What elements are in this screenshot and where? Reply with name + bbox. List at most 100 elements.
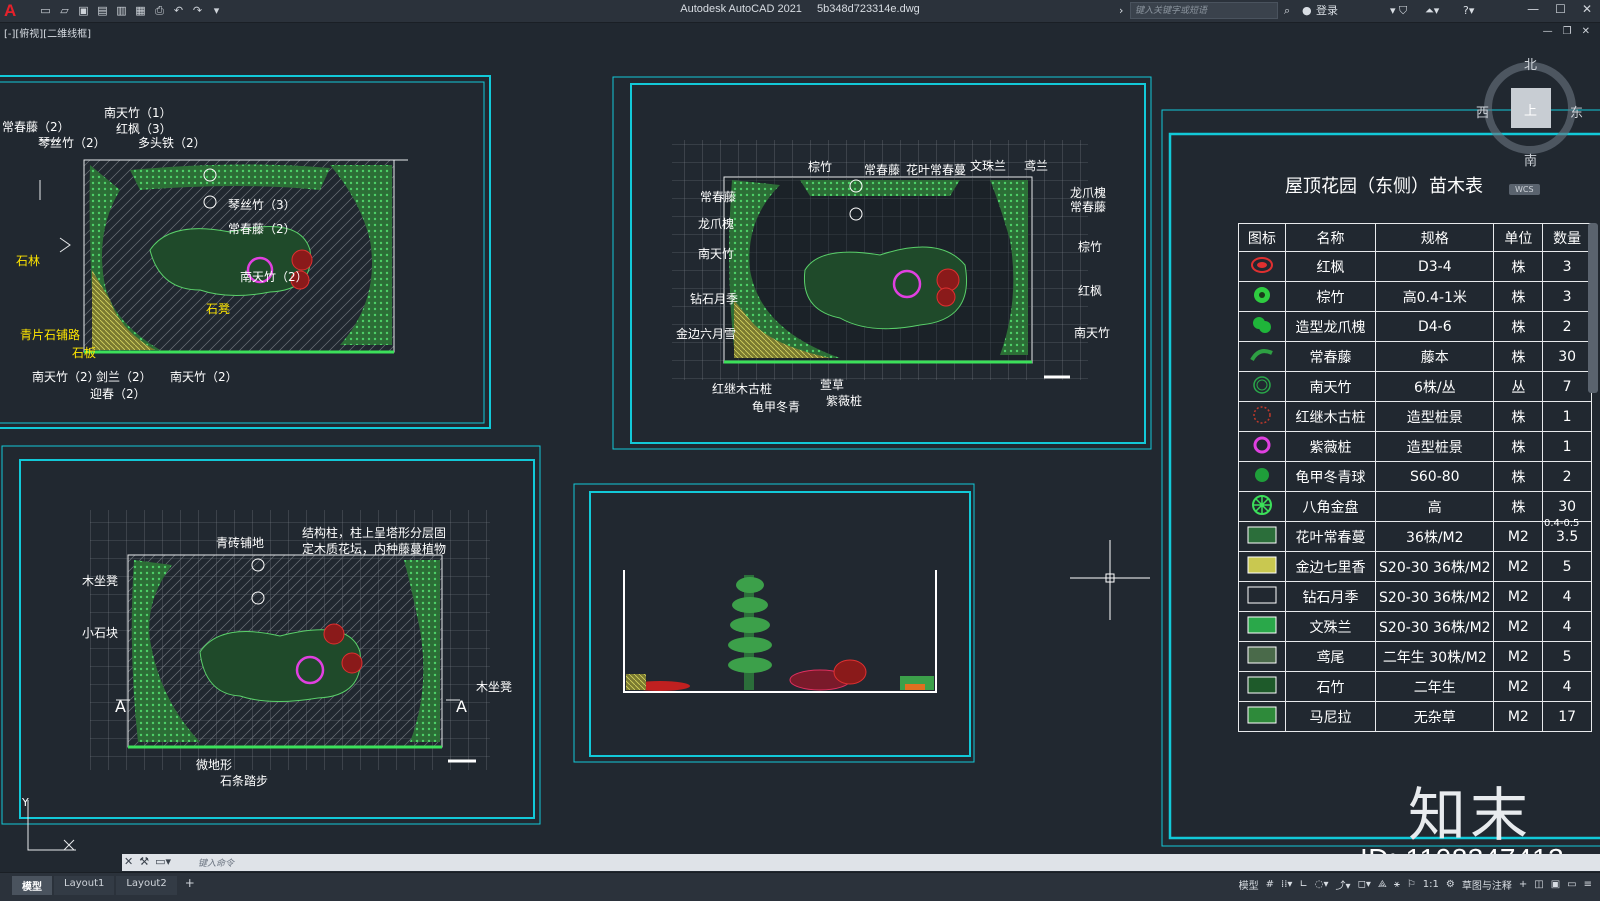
plant-unit: 株 bbox=[1493, 281, 1544, 312]
workspace-gear-icon[interactable]: ⚙ bbox=[1446, 879, 1455, 890]
plant-name: 石竹 bbox=[1284, 671, 1377, 702]
plan1-label: 多头铁（2） bbox=[138, 136, 206, 150]
wcs-menu[interactable]: WCS bbox=[1509, 184, 1540, 195]
tab-layout2[interactable]: Layout2 bbox=[116, 876, 177, 895]
close-icon[interactable]: ✕ bbox=[1582, 2, 1592, 16]
plan1-label: 琴丝竹（3） bbox=[228, 198, 296, 212]
layout-tabs: 模型 Layout1 Layout2 + bbox=[12, 876, 201, 895]
recent-commands-icon[interactable]: ▭▾ bbox=[155, 855, 171, 868]
customize-menu-icon[interactable]: ≡ bbox=[1584, 879, 1592, 890]
plan3-label: 小石块 bbox=[82, 626, 119, 640]
plan2-label: 红枫 bbox=[1078, 284, 1103, 298]
viewcube[interactable]: 北 西 东 南 上 bbox=[1476, 58, 1583, 169]
search-icon[interactable]: ⌕ bbox=[1284, 2, 1290, 20]
search-input[interactable]: 键入关键字或短语 bbox=[1130, 2, 1278, 19]
table-row: 棕竹 高0.4-1米株 3 bbox=[1238, 281, 1592, 312]
plant-qty: 4 bbox=[1542, 611, 1592, 642]
polar-icon[interactable]: ◌▾ bbox=[1315, 879, 1329, 890]
table-scrollbar[interactable] bbox=[1588, 223, 1598, 393]
plant-qty: 1 bbox=[1542, 431, 1592, 462]
hatch-fill-icon bbox=[1238, 671, 1286, 702]
table-row: 石竹 二年生 M2 4 bbox=[1238, 671, 1592, 702]
table-note: 0.4-0.5 bbox=[1544, 518, 1580, 529]
plan3-label: 微地形 bbox=[196, 758, 233, 772]
help-icon[interactable]: ?▾ bbox=[1463, 2, 1474, 20]
tab-model[interactable]: 模型 bbox=[12, 876, 52, 895]
app-name: Autodesk AutoCAD 2021 bbox=[680, 3, 802, 15]
viewcube-east[interactable]: 东 bbox=[1570, 102, 1583, 121]
green-vine-icon bbox=[1238, 341, 1286, 372]
viewcube-top-face[interactable]: 上 bbox=[1524, 100, 1537, 119]
plan1-label: 常春藤（2） bbox=[2, 120, 70, 134]
plant-name: 马尼拉 bbox=[1284, 701, 1377, 732]
cart-icon[interactable]: ▾ ⛉ bbox=[1390, 2, 1407, 20]
plant-unit: 株 bbox=[1493, 311, 1544, 342]
autoscale-icon[interactable]: ⚹ bbox=[1394, 879, 1400, 890]
plant-spec: 无杂草 bbox=[1375, 701, 1495, 732]
table-row: 钻石月季 S20-30 36株/M2 M2 4 bbox=[1238, 581, 1592, 612]
plan2-label: 南天竹 bbox=[698, 247, 735, 261]
hatch-dark-icon bbox=[1238, 521, 1286, 552]
command-line-tools: ✕ ⚒ ▭▾ bbox=[124, 855, 171, 868]
isodraft-icon[interactable]: ⤴▾ bbox=[1336, 877, 1351, 892]
plan-view-2 bbox=[612, 76, 1152, 450]
login-link[interactable]: 登录 bbox=[1316, 2, 1338, 20]
ortho-icon[interactable]: ∟ bbox=[1299, 879, 1307, 890]
command-input[interactable]: 键入命令 bbox=[198, 856, 234, 869]
annotation-scale-icon[interactable]: ⚐ bbox=[1407, 879, 1416, 890]
close-command-icon[interactable]: ✕ bbox=[124, 855, 133, 868]
osnap-icon[interactable]: ◻▾ bbox=[1358, 879, 1371, 890]
hatch-dots-icon bbox=[1238, 641, 1286, 672]
viewcube-south[interactable]: 南 bbox=[1524, 150, 1537, 169]
status-tools: 模型 # ⁞⁞▾ ∟ ◌▾ ⤴▾ ◻▾ ⟁ ⚹ ⚐ 1:1 ⚙ 草图与注释 + … bbox=[1239, 877, 1592, 892]
annotation-visibility-icon[interactable]: ⟁ bbox=[1378, 879, 1387, 890]
plant-spec: D3-4 bbox=[1375, 251, 1495, 282]
plus-icon[interactable]: + bbox=[1519, 879, 1527, 890]
clean-screen-icon[interactable]: ▭ bbox=[1567, 879, 1576, 890]
user-icon[interactable]: ● bbox=[1302, 2, 1312, 20]
plant-qty: 4 bbox=[1542, 581, 1592, 612]
plant-unit: M2 bbox=[1493, 611, 1544, 642]
plant-name: 文殊兰 bbox=[1284, 611, 1377, 642]
minimize-icon[interactable]: — bbox=[1527, 2, 1539, 16]
plant-spec: S60-80 bbox=[1375, 461, 1495, 492]
customize-command-icon[interactable]: ⚒ bbox=[139, 855, 149, 868]
plant-name: 花叶常春蔓 bbox=[1284, 521, 1377, 552]
plant-name: 龟甲冬青球 bbox=[1284, 461, 1377, 492]
model-space-button[interactable]: 模型 bbox=[1239, 877, 1259, 892]
plant-name: 棕竹 bbox=[1284, 281, 1377, 312]
scale-dropdown[interactable]: 1:1 bbox=[1423, 879, 1439, 890]
grid-icon[interactable]: # bbox=[1266, 879, 1274, 890]
maximize-icon[interactable]: ☐ bbox=[1555, 2, 1566, 16]
plant-name: 红继木古桩 bbox=[1284, 401, 1377, 432]
plan2-label: 常春藤 bbox=[1070, 200, 1107, 214]
viewcube-north[interactable]: 北 bbox=[1524, 54, 1537, 73]
command-line[interactable] bbox=[122, 854, 1600, 871]
table-row: 红继木古桩 造型桩景株 1 bbox=[1238, 401, 1592, 432]
magenta-ring-icon bbox=[1238, 431, 1286, 462]
plant-name: 鸢尾 bbox=[1284, 641, 1377, 672]
tab-layout1[interactable]: Layout1 bbox=[54, 876, 115, 895]
plant-unit: M2 bbox=[1493, 701, 1544, 732]
viewcube-west[interactable]: 西 bbox=[1476, 102, 1489, 121]
column-header: 图标 bbox=[1238, 223, 1286, 252]
green-blob-icon bbox=[1238, 311, 1286, 342]
snap-icon[interactable]: ⁞⁞▾ bbox=[1281, 879, 1292, 890]
search-chevron-icon[interactable]: › bbox=[1119, 2, 1123, 20]
workspace-dropdown[interactable]: 草图与注释 bbox=[1462, 877, 1512, 892]
app-store-icon[interactable]: ⏶▾ bbox=[1425, 2, 1439, 20]
plan1-label: 南天竹（1） bbox=[104, 106, 172, 120]
plant-qty: 4 bbox=[1542, 671, 1592, 702]
green-ring-icon bbox=[1238, 371, 1286, 402]
plan2-label: 文珠兰 bbox=[970, 159, 1007, 173]
column-header: 规格 bbox=[1375, 223, 1495, 252]
plant-spec: 高 bbox=[1375, 491, 1495, 522]
plant-name: 造型龙爪槐 bbox=[1284, 311, 1377, 342]
table-row: 花叶常春蔓 36株/M2 M2 3.5 bbox=[1238, 521, 1592, 552]
section-mark-a-right: A bbox=[456, 697, 467, 716]
hardware-accel-icon[interactable]: ▣ bbox=[1551, 879, 1560, 890]
isolate-icon[interactable]: ◫ bbox=[1534, 879, 1543, 890]
plant-spec: 高0.4-1米 bbox=[1375, 281, 1495, 312]
add-layout-icon[interactable]: + bbox=[179, 876, 201, 895]
plant-qty: 5 bbox=[1542, 641, 1592, 672]
